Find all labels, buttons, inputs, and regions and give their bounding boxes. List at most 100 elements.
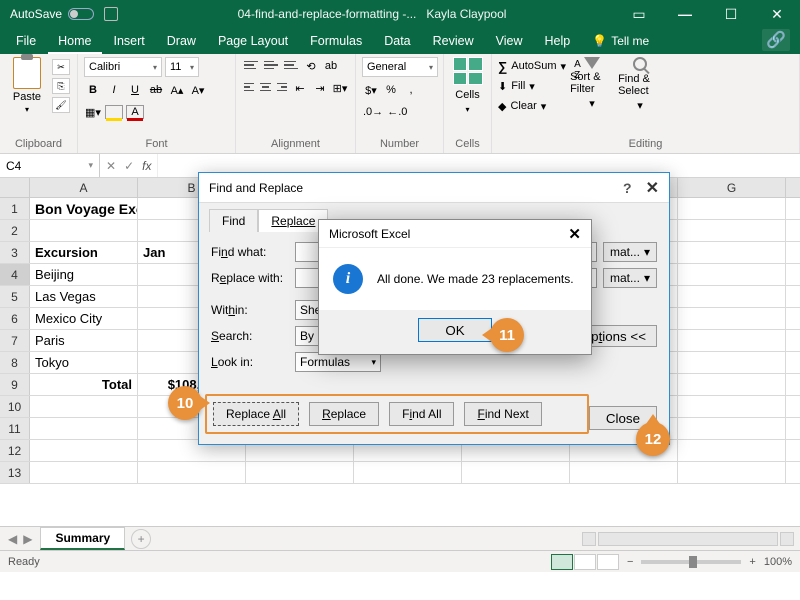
col-header[interactable]: G (678, 178, 786, 197)
scroll-right-button[interactable] (780, 532, 794, 546)
cell[interactable]: Mexico City (30, 308, 138, 329)
tab-file[interactable]: File (6, 30, 46, 54)
find-all-button[interactable]: Find All (389, 402, 454, 426)
zoom-in-button[interactable]: + (749, 556, 755, 568)
autosave-toggle[interactable]: AutoSave (0, 7, 128, 21)
paste-button[interactable]: Paste▾ (6, 57, 48, 136)
info-icon: i (333, 264, 363, 294)
replace-button[interactable]: Replace (309, 402, 379, 426)
orientation-button[interactable]: ⟲ (302, 57, 320, 75)
bold-button[interactable]: B (84, 81, 102, 99)
zoom-slider[interactable] (641, 560, 741, 564)
tab-formulas[interactable]: Formulas (300, 30, 372, 54)
align-left-button[interactable] (242, 79, 256, 95)
increase-indent-button[interactable]: ⇥ (311, 79, 329, 97)
tab-view[interactable]: View (486, 30, 533, 54)
wrap-text-button[interactable]: ab (322, 57, 340, 75)
cell[interactable]: Las Vegas (30, 286, 138, 307)
autosum-button[interactable]: ∑AutoSum ▾ (498, 57, 566, 75)
cell[interactable]: Paris (30, 330, 138, 351)
ribbon-options-icon[interactable]: ▭ (616, 0, 662, 28)
col-header[interactable]: A (30, 178, 138, 197)
close-icon[interactable]: ✕ (568, 225, 581, 243)
scroll-left-button[interactable] (582, 532, 596, 546)
zoom-out-button[interactable]: − (627, 556, 633, 568)
sort-filter-button[interactable]: AZ Sort & Filter▾ (570, 57, 614, 136)
copy-button[interactable]: ⎘ (52, 78, 70, 94)
font-size-combo[interactable]: 11▾ (165, 57, 199, 77)
normal-view-button[interactable] (551, 554, 573, 570)
percent-button[interactable]: % (382, 81, 400, 99)
decrease-decimal-button[interactable]: ←.0 (386, 103, 408, 121)
decrease-indent-button[interactable]: ⇤ (291, 79, 309, 97)
align-bottom-button[interactable] (282, 57, 300, 73)
cut-button[interactable]: ✂ (52, 59, 70, 75)
replace-all-button[interactable]: Replace All (213, 402, 299, 426)
increase-decimal-button[interactable]: .0→ (362, 103, 384, 121)
close-button[interactable]: ✕ (754, 0, 800, 28)
merge-button[interactable]: ⊞▾ (331, 79, 349, 97)
align-center-button[interactable] (258, 79, 272, 95)
number-format-combo[interactable]: General▾ (362, 57, 438, 77)
clear-button[interactable]: ◆ Clear ▾ (498, 97, 566, 115)
minimize-button[interactable]: — (662, 0, 708, 28)
find-select-button[interactable]: Find & Select▾ (618, 57, 662, 136)
page-break-view-button[interactable] (597, 554, 619, 570)
tab-home[interactable]: Home (48, 30, 101, 54)
font-color-button[interactable]: A (126, 105, 144, 119)
find-next-button[interactable]: Find Next (464, 402, 541, 426)
tab-review[interactable]: Review (423, 30, 484, 54)
font-name-combo[interactable]: Calibri▾ (84, 57, 162, 77)
underline-button[interactable]: U (126, 81, 144, 99)
close-icon[interactable]: ✕ (646, 178, 659, 198)
cell[interactable]: Excursion (30, 242, 138, 263)
borders-button[interactable]: ▦▾ (84, 103, 102, 121)
tab-help[interactable]: Help (535, 30, 581, 54)
cell[interactable]: Bon Voyage Excursio (30, 198, 138, 219)
message-box: Microsoft Excel✕ i All done. We made 23 … (318, 219, 592, 355)
italic-button[interactable]: I (105, 81, 123, 99)
tab-data[interactable]: Data (374, 30, 420, 54)
tell-me-search[interactable]: 💡 Tell me (582, 34, 659, 54)
tab-page-layout[interactable]: Page Layout (208, 30, 298, 54)
cells-button[interactable]: Cells▾ (450, 57, 485, 136)
help-button[interactable]: ? (623, 180, 632, 196)
prev-sheet-icon[interactable]: ◀ (8, 532, 17, 546)
fill-button[interactable]: ⬇ Fill ▾ (498, 77, 566, 95)
tab-insert[interactable]: Insert (104, 30, 155, 54)
name-box[interactable]: C4▾ (0, 154, 100, 177)
align-middle-button[interactable] (262, 57, 280, 73)
tab-find[interactable]: Find (209, 209, 258, 232)
enter-formula-icon[interactable]: ✓ (124, 159, 134, 173)
replace-format-button[interactable]: mat...▾ (603, 268, 657, 288)
grow-font-button[interactable]: A▴ (168, 81, 186, 99)
maximize-button[interactable]: ☐ (708, 0, 754, 28)
lookin-select[interactable]: Formulas▾ (295, 352, 381, 372)
comma-button[interactable]: , (402, 81, 420, 99)
strike-button[interactable]: ab (147, 81, 165, 99)
zoom-level[interactable]: 100% (764, 556, 792, 568)
tab-draw[interactable]: Draw (157, 30, 206, 54)
cancel-formula-icon[interactable]: ✕ (106, 159, 116, 173)
accounting-button[interactable]: $▾ (362, 81, 380, 99)
select-all-corner[interactable] (0, 178, 30, 197)
hscroll-track[interactable] (598, 532, 778, 546)
sheet-tab[interactable]: Summary (40, 527, 125, 550)
fx-icon[interactable]: fx (142, 159, 151, 173)
find-format-button[interactable]: mat...▾ (603, 242, 657, 262)
toggle-off-icon[interactable] (68, 8, 94, 20)
save-icon[interactable] (104, 7, 118, 21)
cell[interactable]: Total (30, 374, 138, 395)
add-sheet-button[interactable]: + (131, 529, 151, 549)
cell[interactable]: Tokyo (30, 352, 138, 373)
ok-button[interactable]: OK (418, 318, 491, 342)
fill-color-button[interactable] (105, 105, 123, 119)
align-top-button[interactable] (242, 57, 260, 73)
page-layout-view-button[interactable] (574, 554, 596, 570)
shrink-font-button[interactable]: A▾ (189, 81, 207, 99)
format-painter-button[interactable]: 🖌 (52, 97, 70, 113)
next-sheet-icon[interactable]: ▶ (23, 532, 32, 546)
cell[interactable]: Beijing (30, 264, 138, 285)
align-right-button[interactable] (275, 79, 289, 95)
share-button[interactable]: 🔗 (762, 29, 790, 51)
